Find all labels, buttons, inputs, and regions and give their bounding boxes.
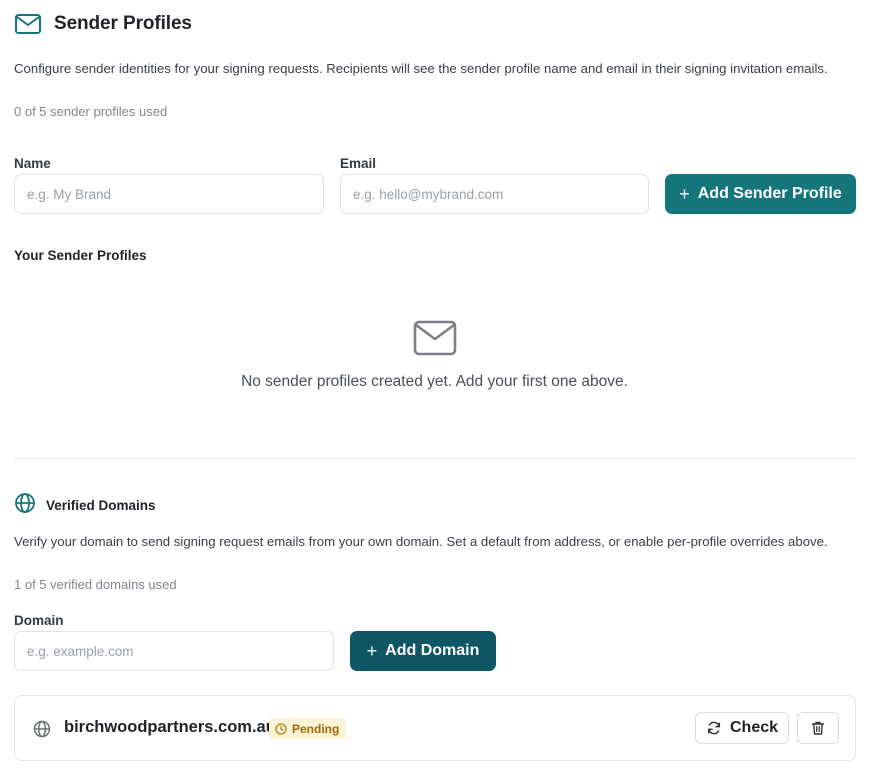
domain-label: Domain	[14, 613, 64, 628]
globe-icon	[14, 492, 36, 519]
plus-icon: +	[366, 641, 378, 661]
add-sender-profile-label: Add Sender Profile	[697, 185, 842, 202]
section-divider	[14, 458, 856, 459]
verified-domains-usage: 1 of 5 verified domains used	[14, 577, 177, 592]
globe-icon	[33, 720, 51, 743]
sender-profiles-header: Sender Profiles	[14, 12, 192, 36]
verified-domains-title: Verified Domains	[46, 498, 156, 513]
status-badge-label: Pending	[292, 721, 340, 736]
email-input[interactable]	[340, 174, 649, 214]
email-label: Email	[340, 156, 377, 171]
trash-icon	[810, 720, 826, 736]
sender-profiles-description: Configure sender identities for your sig…	[14, 61, 828, 76]
add-domain-button[interactable]: + Add Domain	[350, 631, 496, 671]
domain-input[interactable]	[14, 631, 334, 671]
page-title: Sender Profiles	[54, 13, 192, 34]
add-domain-label: Add Domain	[385, 642, 480, 659]
domain-name: birchwoodpartners.com.au	[64, 718, 276, 736]
check-domain-button[interactable]: Check	[695, 712, 789, 744]
mail-icon	[413, 320, 457, 361]
add-sender-profile-button[interactable]: + Add Sender Profile	[665, 174, 856, 214]
name-label: Name	[14, 156, 51, 171]
sender-profiles-usage: 0 of 5 sender profiles used	[14, 104, 168, 119]
clock-icon	[275, 722, 287, 735]
empty-state-message: No sender profiles created yet. Add your…	[241, 373, 628, 390]
verified-domains-header: Verified Domains	[14, 492, 156, 519]
sender-profiles-list-title: Your Sender Profiles	[14, 248, 147, 263]
check-domain-label: Check	[729, 719, 779, 736]
plus-icon: +	[679, 184, 690, 204]
name-input[interactable]	[14, 174, 324, 214]
mail-icon	[14, 12, 42, 36]
status-badge: Pending	[269, 718, 347, 739]
verified-domains-description: Verify your domain to send signing reque…	[14, 534, 828, 549]
refresh-icon	[706, 720, 722, 736]
delete-domain-button[interactable]	[797, 712, 839, 744]
domain-list-item: birchwoodpartners.com.au Pending Check	[14, 695, 856, 761]
